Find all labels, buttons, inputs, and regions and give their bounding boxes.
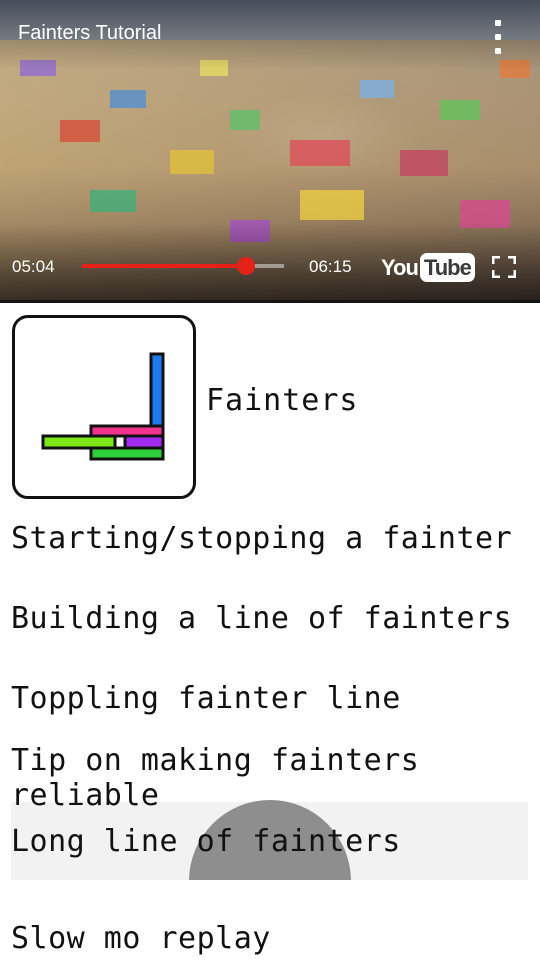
chapter-item[interactable]: Tip on making fainters reliable — [11, 739, 528, 817]
chapter-label: Starting/stopping a fainter — [11, 520, 513, 556]
video-frame-block — [290, 140, 350, 166]
seek-handle[interactable] — [236, 257, 255, 275]
chapter-label: Toppling fainter line — [11, 680, 401, 716]
youtube-logo-tube: Tube — [419, 253, 475, 282]
chapter-label: Building a line of fainters — [11, 600, 513, 636]
video-frame-block — [90, 190, 136, 212]
seek-bar[interactable] — [82, 257, 284, 275]
fullscreen-icon[interactable] — [491, 255, 517, 279]
total-time: 06:15 — [309, 257, 352, 276]
video-frame-block — [400, 150, 448, 176]
chapter-label: Long line of fainters — [11, 823, 401, 859]
chapter-label: Slow mo replay — [11, 920, 271, 956]
video-frame-block — [110, 90, 146, 108]
fainter-diagram-icon — [41, 352, 165, 461]
video-frame-block — [60, 120, 100, 142]
video-title: Fainters Tutorial — [18, 22, 162, 44]
fainter-thumbnail — [12, 315, 196, 499]
chapter-label: Tip on making fainters reliable — [11, 743, 420, 813]
chapter-item[interactable]: Slow mo replay — [11, 899, 528, 977]
video-frame-block — [300, 190, 364, 220]
video-frame-block — [360, 80, 394, 98]
chapter-item[interactable]: Starting/stopping a fainter — [11, 499, 528, 577]
section-heading: Fainters — [206, 383, 359, 418]
current-time: 05:04 — [12, 257, 55, 276]
seek-bar-progress — [82, 264, 246, 268]
more-options-icon[interactable] — [490, 20, 506, 54]
youtube-logo-you: You — [381, 254, 419, 280]
video-frame-block — [440, 100, 480, 120]
chapter-item[interactable]: Toppling fainter line — [11, 659, 528, 737]
youtube-logo[interactable]: You Tube — [381, 253, 475, 282]
video-player[interactable]: Fainters Tutorial 05:04 06:15 You Tube — [0, 0, 540, 303]
video-frame-block — [230, 110, 260, 130]
video-frame-block — [170, 150, 214, 174]
chapter-item[interactable]: Building a line of fainters — [11, 579, 528, 657]
